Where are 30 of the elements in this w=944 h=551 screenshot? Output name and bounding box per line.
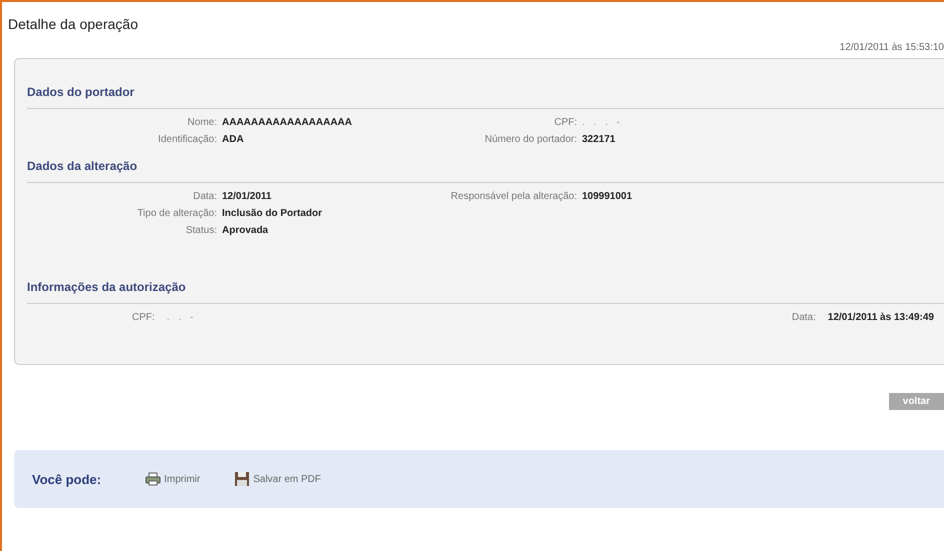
- action-link[interactable]: Imprimir: [145, 472, 200, 486]
- printer-icon: [145, 472, 162, 486]
- field-value: 12/01/2011: [222, 191, 272, 202]
- field-value: . . -: [166, 312, 196, 323]
- page-title: Detalhe da operação: [8, 16, 139, 32]
- field-label: Data:: [192, 191, 217, 202]
- back-button[interactable]: voltar: [888, 393, 944, 410]
- timestamp: 12/01/2011 às 15:53:10: [840, 42, 944, 53]
- field-value: 322171: [582, 134, 616, 145]
- section-heading: Dados do portador: [27, 85, 136, 99]
- field-label: Data:: [792, 312, 816, 323]
- field-value: ADA: [222, 134, 244, 145]
- actions-label: Você pode:: [32, 472, 102, 486]
- field-value: 12/01/2011 às 13:49:49: [828, 312, 934, 323]
- field-value: Inclusão do Portador: [222, 208, 322, 219]
- field-value: Aprovada: [222, 225, 268, 236]
- field-value: . . . -: [582, 117, 623, 128]
- action-link[interactable]: Salvar em PDF: [234, 471, 322, 487]
- field-value: 109991001: [582, 191, 632, 202]
- field-label: Identificação:: [157, 134, 217, 145]
- section-heading: Informações da autorização: [27, 280, 187, 294]
- field-label: CPF:: [132, 312, 155, 323]
- field-label: Tipo de alteração:: [136, 208, 217, 219]
- field-label: Nome:: [186, 117, 217, 128]
- section-heading: Dados da alteração: [27, 159, 138, 173]
- field-label: Responsável pela alteração:: [450, 191, 577, 202]
- field-label: Número do portador:: [484, 134, 577, 145]
- field-label: Status:: [184, 225, 217, 236]
- field-value: AAAAAAAAAAAAAAAAAA: [222, 117, 352, 128]
- field-label: CPF:: [553, 117, 577, 128]
